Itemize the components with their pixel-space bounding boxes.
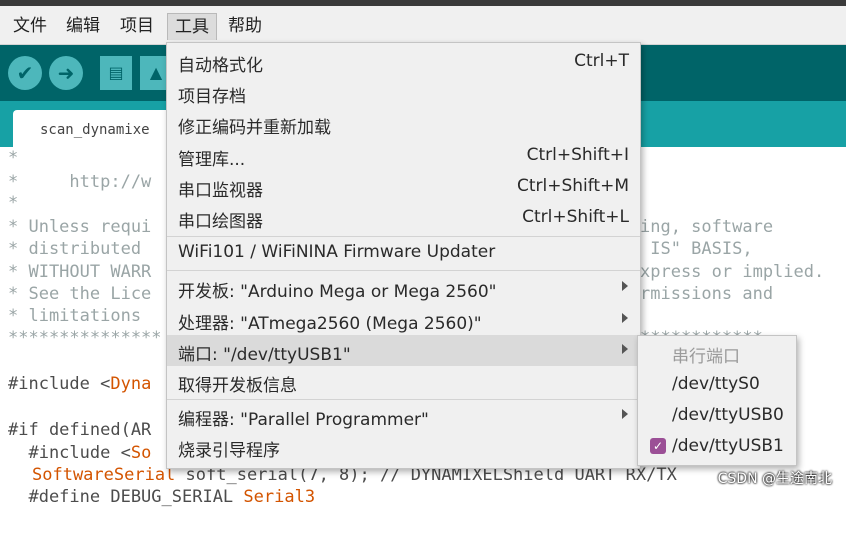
shortcut: Ctrl+Shift+I: [526, 145, 629, 165]
include-directive-2: #include <: [8, 443, 131, 463]
menu-item-archive-sketch[interactable]: 项目存档: [167, 77, 640, 108]
code-line: * distributed: [8, 239, 152, 259]
menu-item-board[interactable]: 开发板: "Arduino Mega or Mega 2560": [167, 272, 640, 303]
code-line: #if defined(AR: [8, 420, 152, 440]
code-line: * Unless requi: [8, 217, 152, 237]
port-item-ttyUSB0[interactable]: /dev/ttyUSB0: [638, 400, 796, 430]
port-submenu: 串行端口 /dev/ttyS0 /dev/ttyUSB0 ✓/dev/ttyUS…: [637, 335, 797, 466]
menu-item-serial-monitor[interactable]: 串口监视器 Ctrl+Shift+M: [167, 171, 640, 202]
menu-item-port[interactable]: 端口: "/dev/ttyUSB1": [167, 335, 640, 366]
shortcut: Ctrl+Shift+L: [522, 207, 629, 227]
code-fragment: IS" BASIS,: [640, 239, 753, 259]
submenu-header: 串行端口: [672, 347, 740, 367]
tools-menu: 自动格式化 Ctrl+T 项目存档 修正编码并重新加载 管理库... Ctrl+Sh…: [166, 42, 641, 469]
new-sketch-icon[interactable]: ▤: [100, 56, 132, 90]
port-item-ttyUSB1[interactable]: ✓/dev/ttyUSB1: [638, 431, 796, 461]
menu-item-manage-libraries[interactable]: 管理库... Ctrl+Shift+I: [167, 140, 640, 171]
menu-item-programmer[interactable]: 编程器: "Parallel Programmer": [167, 400, 640, 431]
code-line: *: [8, 193, 19, 213]
shortcut: Ctrl+Shift+M: [516, 176, 629, 196]
code-line: #include <So: [8, 442, 151, 464]
code-line: * http://w: [8, 172, 152, 192]
menu-separator: [167, 270, 640, 271]
menu-sketch[interactable]: 项目: [113, 13, 161, 39]
code-line: * WITHOUT WARR: [8, 262, 152, 282]
watermark: CSDN @生途南北: [717, 471, 832, 487]
menu-edit[interactable]: 编辑: [59, 13, 107, 39]
submenu-arrow-icon: [622, 344, 628, 354]
submenu-arrow-icon: [622, 281, 628, 291]
softserial-keyword: SoftwareSerial: [32, 465, 176, 485]
define-line: #define DEBUG_SERIAL: [8, 487, 244, 507]
submenu-arrow-icon: [622, 409, 628, 419]
include-directive: #include <: [8, 374, 111, 394]
upload-icon[interactable]: ➜: [49, 56, 83, 90]
code-line: * limitations: [8, 306, 152, 326]
code-line: *: [8, 148, 19, 168]
define-keyword: Serial3: [243, 487, 316, 507]
menu-item-wifi-updater[interactable]: WiFi101 / WiFiNINA Firmware Updater: [167, 237, 640, 268]
tab-label: scan_dynamixe: [40, 122, 150, 138]
menu-item-processor[interactable]: 处理器: "ATmega2560 (Mega 2560)": [167, 304, 640, 335]
submenu-arrow-icon: [622, 313, 628, 323]
checkbox-checked-icon: ✓: [650, 438, 666, 454]
code-line: #include <Dyna: [8, 373, 151, 395]
include-keyword-2: So: [130, 443, 152, 463]
menu-file[interactable]: 文件: [6, 13, 54, 39]
menu-bar: 文件 编辑 项目 工具 帮助: [0, 6, 846, 45]
port-item-ttyS0[interactable]: /dev/ttyS0: [638, 369, 796, 399]
menu-item-fix-encoding[interactable]: 修正编码并重新加载: [167, 108, 640, 139]
code-fragment: xpress or implied.: [640, 262, 825, 282]
include-keyword: Dyna: [110, 374, 152, 394]
menu-item-serial-plotter[interactable]: 串口绘图器 Ctrl+Shift+L: [167, 202, 640, 233]
menu-tools[interactable]: 工具: [167, 13, 217, 40]
menu-item-board-info[interactable]: 取得开发板信息: [167, 366, 640, 397]
code-line: * See the Lice: [8, 284, 152, 304]
menu-item-auto-format[interactable]: 自动格式化 Ctrl+T: [167, 46, 640, 77]
code-fragment: ing, software: [640, 217, 774, 237]
tab-sketch[interactable]: scan_dynamixe: [13, 110, 183, 147]
verify-icon[interactable]: ✔: [8, 56, 42, 90]
code-fragment: rmissions and: [640, 284, 774, 304]
menu-item-burn-bootloader[interactable]: 烧录引导程序: [167, 431, 640, 462]
shortcut: Ctrl+T: [574, 51, 629, 71]
code-line: ***************: [8, 328, 162, 348]
code-line: #define DEBUG_SERIAL Serial3: [8, 486, 315, 508]
menu-help[interactable]: 帮助: [221, 13, 269, 39]
